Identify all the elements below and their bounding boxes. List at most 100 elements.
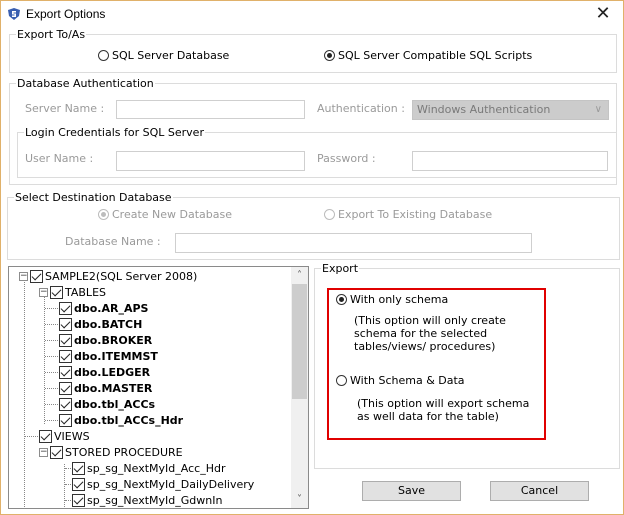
tree-node-table[interactable]: dbo.LEDGER <box>59 364 150 380</box>
tree-node-label: dbo.BATCH <box>74 317 143 331</box>
scroll-up-icon[interactable]: ˄ <box>291 267 308 284</box>
authentication-select[interactable]: Windows Authentication ∨ <box>412 100 609 120</box>
radio-circle[interactable] <box>324 50 335 61</box>
radio-sql-server-database[interactable]: SQL Server Database <box>98 49 229 62</box>
checkbox[interactable] <box>50 445 63 459</box>
tree-node-label: VIEWS <box>54 429 90 443</box>
radio-circle[interactable] <box>98 50 109 61</box>
chevron-down-icon: ∨ <box>594 104 602 115</box>
tree-node-table[interactable]: dbo.tbl_ACCs <box>59 396 155 412</box>
checkbox[interactable] <box>59 365 72 379</box>
tree-line <box>45 324 58 325</box>
radio-circle[interactable] <box>324 209 335 220</box>
export-to-as-legend: Export To/As <box>17 28 86 41</box>
save-button[interactable]: Save <box>362 481 461 501</box>
server-name-input[interactable] <box>116 100 305 119</box>
radio-create-new-database[interactable]: Create New Database <box>98 208 232 221</box>
collapse-icon[interactable]: − <box>19 271 28 281</box>
tree-node-procedure[interactable]: sp_sg_NextMyId_GdwnIn <box>72 492 222 508</box>
window-title: Export Options <box>26 7 106 21</box>
tree-node-label: STORED PROCEDURE <box>65 445 183 459</box>
tree-node-table[interactable]: dbo.ITEMMST <box>59 348 158 364</box>
database-name-input[interactable] <box>175 233 532 253</box>
radio-circle[interactable] <box>336 294 347 305</box>
tree-scrollbar[interactable]: ˄ ˅ <box>291 267 308 508</box>
title-bar: Export Options ✕ <box>1 1 623 29</box>
tree-node-table[interactable]: dbo.tbl_ACCs_Hdr <box>59 412 183 428</box>
server-name-label: Server Name : <box>25 102 105 115</box>
checkbox[interactable] <box>30 269 43 283</box>
radio-label: With Schema & Data <box>350 374 465 387</box>
radio-with-schema-and-data[interactable]: With Schema & Data <box>336 374 465 387</box>
checkbox[interactable] <box>39 429 52 443</box>
tree-node-label: dbo.MASTER <box>74 381 153 395</box>
radio-label: Export To Existing Database <box>338 208 493 221</box>
tree-node-procedure[interactable]: sp_sg_NextMyId_DailyDelivery <box>72 476 254 492</box>
checkbox[interactable] <box>59 349 72 363</box>
description-line: (This option will only create <box>354 314 506 327</box>
checkbox[interactable] <box>50 285 63 299</box>
radio-label: With only schema <box>350 293 449 306</box>
tree-line <box>45 404 58 405</box>
checkbox[interactable] <box>59 317 72 331</box>
tree-node-table[interactable]: dbo.AR_APS <box>59 300 148 316</box>
tree-node-label: sp_sg_NextMyId_Acc_Hdr <box>87 461 226 475</box>
tree-node-label: dbo.ITEMMST <box>74 349 158 363</box>
password-input[interactable] <box>412 151 608 171</box>
tree-line <box>45 340 58 341</box>
tree-node-stored-procedure[interactable]: − STORED PROCEDURE <box>39 444 183 460</box>
tree-line <box>25 436 38 437</box>
tree-line <box>45 388 58 389</box>
object-tree[interactable]: − SAMPLE2(SQL Server 2008) − TABLES dbo.… <box>8 266 309 509</box>
tree-line <box>45 420 58 421</box>
tree-node-label: TABLES <box>65 285 106 299</box>
tree-node-procedure[interactable]: sp_sg_NextMyId_Acc_Hdr <box>72 460 225 476</box>
collapse-icon[interactable]: − <box>39 447 48 457</box>
cancel-button[interactable]: Cancel <box>490 481 589 501</box>
checkbox[interactable] <box>72 493 85 507</box>
checkbox[interactable] <box>59 301 72 315</box>
radio-label: SQL Server Database <box>112 49 230 62</box>
password-label: Password : <box>317 152 376 165</box>
tree-line <box>45 356 58 357</box>
tree-node-table[interactable]: dbo.MASTER <box>59 380 152 396</box>
tree-node-label: sp_sg_NextMyId_GdwnIn <box>87 493 223 507</box>
checkbox[interactable] <box>59 381 72 395</box>
tree-node-views[interactable]: VIEWS <box>39 428 90 444</box>
radio-export-existing-database[interactable]: Export To Existing Database <box>324 208 492 221</box>
radio-circle[interactable] <box>336 375 347 386</box>
radio-sql-scripts[interactable]: SQL Server Compatible SQL Scripts <box>324 49 532 62</box>
tree-node-label: dbo.BROKER <box>74 333 153 347</box>
export-legend: Export <box>322 262 359 275</box>
radio-circle[interactable] <box>98 209 109 220</box>
description-line: schema for the selected <box>354 327 488 340</box>
description-line: as well data for the table) <box>357 410 499 423</box>
scroll-down-icon[interactable]: ˅ <box>291 491 308 508</box>
tree-node-label: dbo.tbl_ACCs_Hdr <box>74 413 184 427</box>
tree-node-label: SAMPLE2(SQL Server 2008) <box>45 269 198 283</box>
checkbox[interactable] <box>72 461 85 475</box>
tree-node-tables[interactable]: − TABLES <box>39 284 106 300</box>
checkbox[interactable] <box>59 397 72 411</box>
schema-only-description: (This option will only create schema for… <box>354 314 506 353</box>
scrollbar-thumb[interactable] <box>292 284 307 399</box>
checkbox[interactable] <box>72 477 85 491</box>
checkbox[interactable] <box>59 413 72 427</box>
tree-line <box>45 308 58 309</box>
authentication-value: Windows Authentication <box>417 103 551 116</box>
tree-line <box>24 280 25 508</box>
tree-node-table[interactable]: dbo.BATCH <box>59 316 142 332</box>
radio-label: Create New Database <box>112 208 233 221</box>
tree-line <box>45 372 58 373</box>
tree-node-root[interactable]: − SAMPLE2(SQL Server 2008) <box>19 268 197 284</box>
user-name-label: User Name : <box>25 152 94 165</box>
collapse-icon[interactable]: − <box>39 287 48 297</box>
tree-node-table[interactable]: dbo.BROKER <box>59 332 152 348</box>
description-line: (This option will export schema <box>357 397 530 410</box>
user-name-input[interactable] <box>116 151 305 171</box>
close-icon[interactable]: ✕ <box>591 3 615 25</box>
authentication-label: Authentication : <box>317 102 405 115</box>
checkbox[interactable] <box>59 333 72 347</box>
radio-label: SQL Server Compatible SQL Scripts <box>338 49 533 62</box>
radio-with-only-schema[interactable]: With only schema <box>336 293 448 306</box>
